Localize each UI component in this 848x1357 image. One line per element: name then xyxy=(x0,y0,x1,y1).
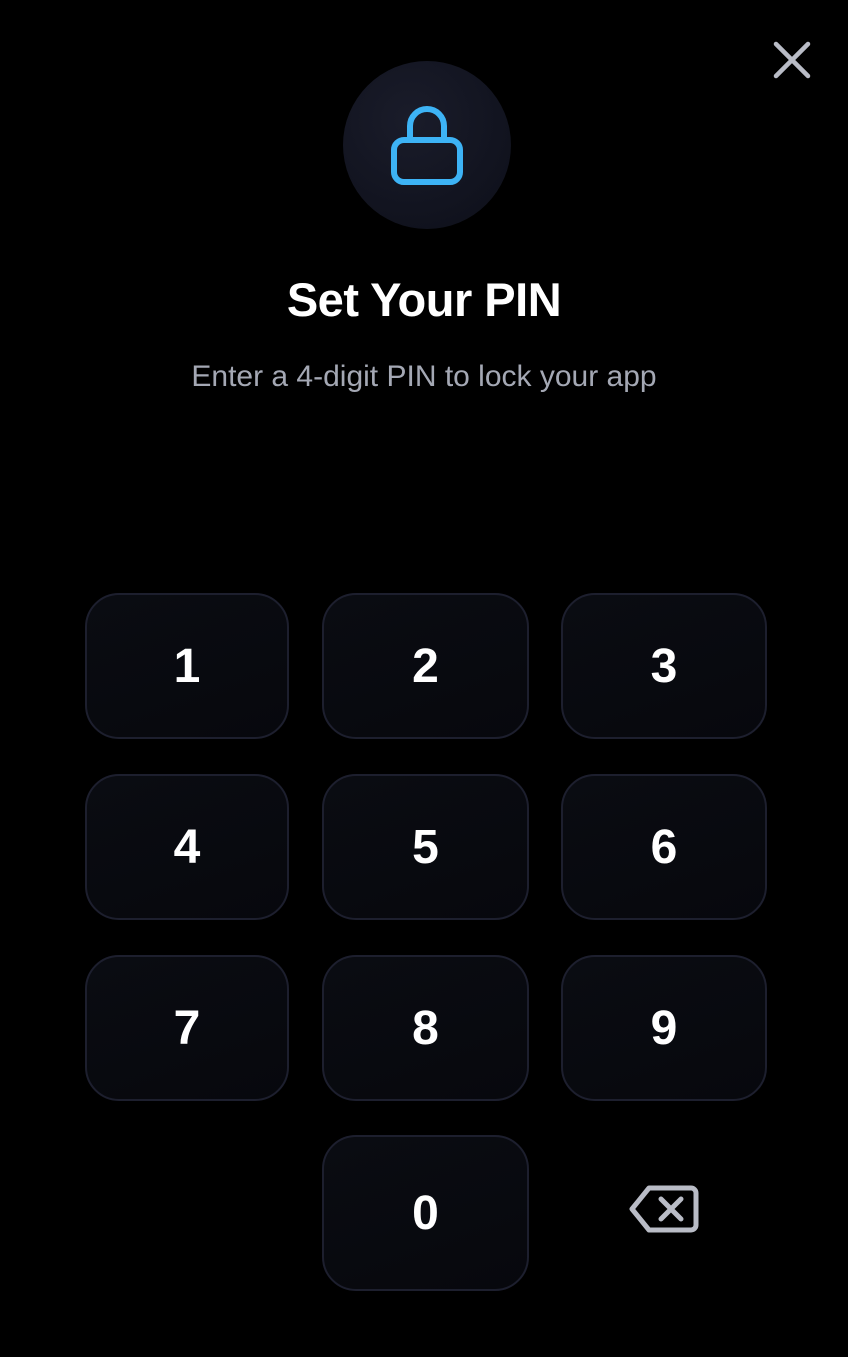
lock-icon xyxy=(391,106,463,185)
backspace-button[interactable] xyxy=(626,1178,702,1240)
page-title: Set Your PIN xyxy=(286,273,562,326)
key-5[interactable]: 5 xyxy=(322,774,529,920)
page-subtitle: Enter a 4-digit PIN to lock your app xyxy=(191,360,657,393)
key-2[interactable]: 2 xyxy=(322,593,529,739)
key-6[interactable]: 6 xyxy=(561,774,767,920)
key-0[interactable]: 0 xyxy=(322,1135,529,1291)
key-8[interactable]: 8 xyxy=(322,955,529,1101)
key-1[interactable]: 1 xyxy=(85,593,289,739)
key-7[interactable]: 7 xyxy=(85,955,289,1101)
key-9[interactable]: 9 xyxy=(561,955,767,1101)
key-3[interactable]: 3 xyxy=(561,593,767,739)
lock-badge xyxy=(343,61,511,229)
key-4[interactable]: 4 xyxy=(85,774,289,920)
close-icon xyxy=(773,41,811,79)
backspace-icon xyxy=(629,1185,699,1233)
close-button[interactable] xyxy=(766,34,818,86)
